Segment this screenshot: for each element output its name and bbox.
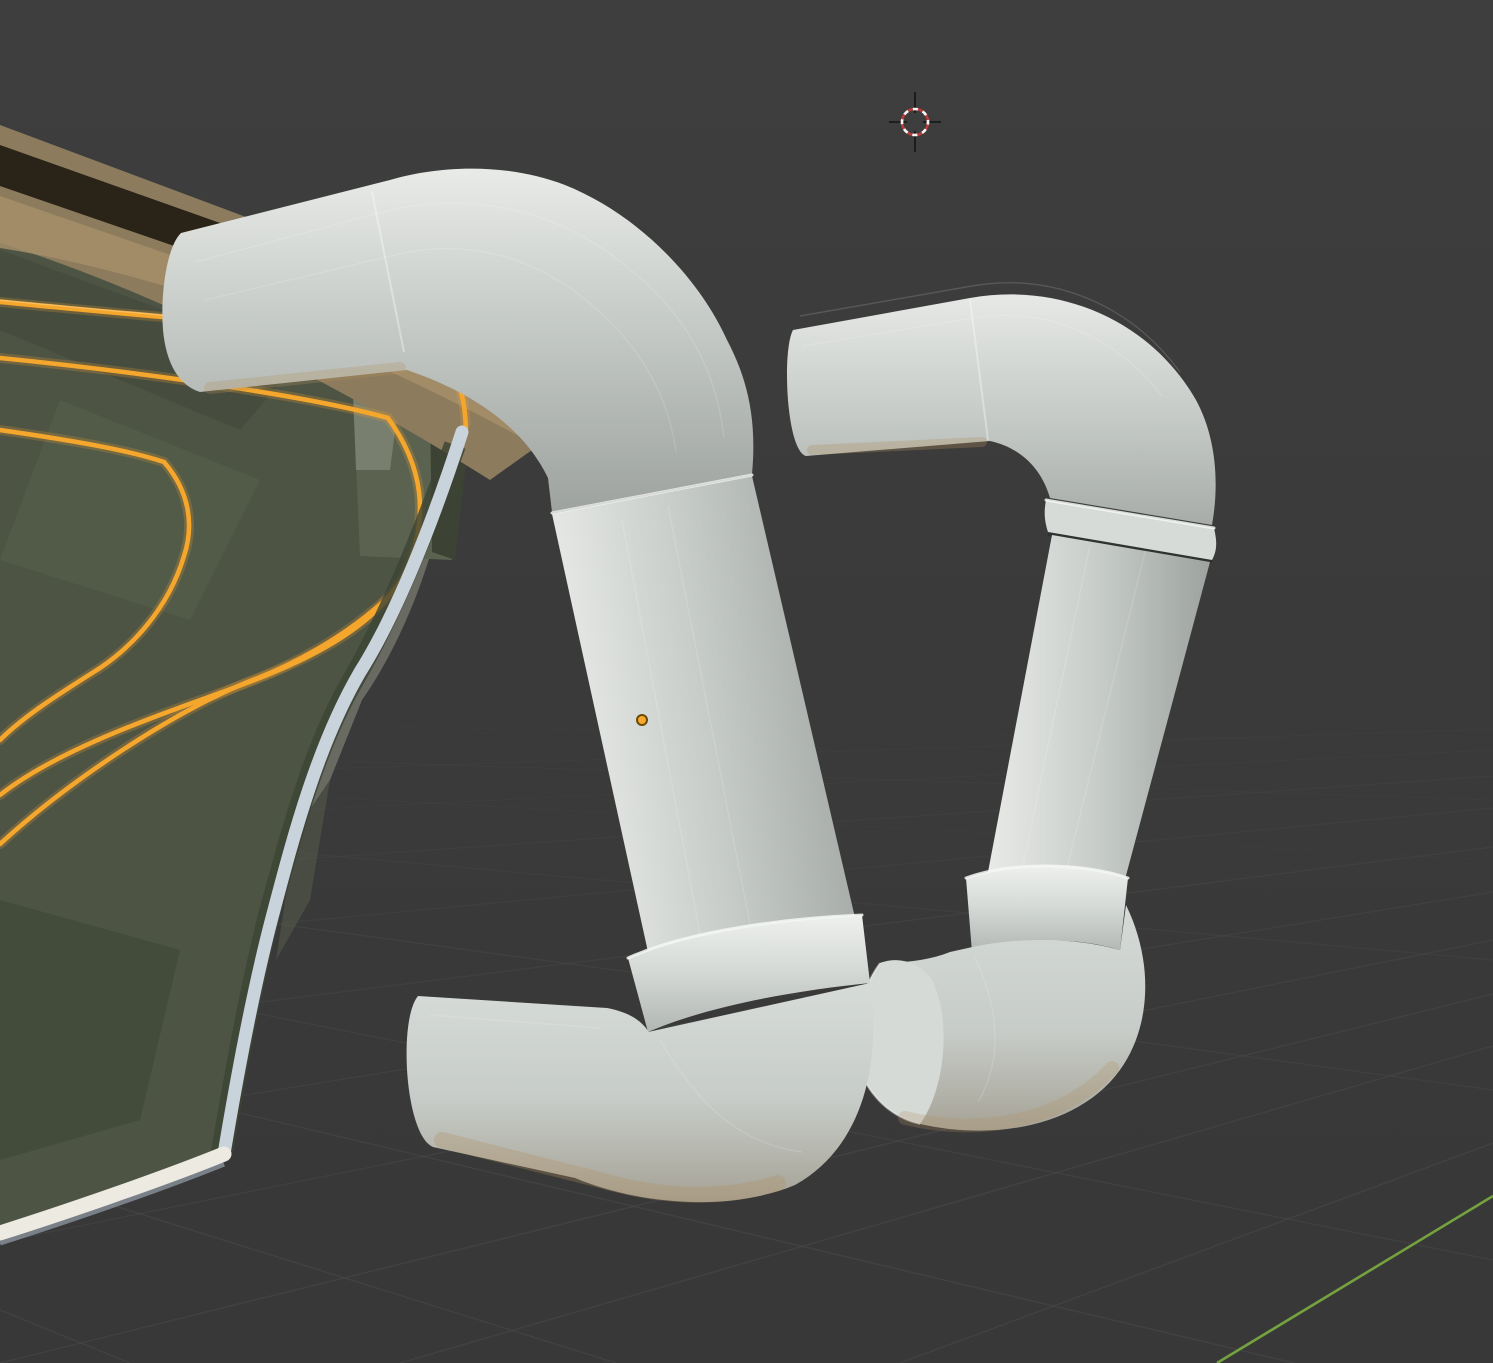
viewport-wrap [0, 0, 1493, 1363]
small-pipe-collar [966, 866, 1128, 952]
object-origin-dot[interactable] [637, 715, 647, 725]
viewport-canvas[interactable] [0, 0, 1493, 1363]
